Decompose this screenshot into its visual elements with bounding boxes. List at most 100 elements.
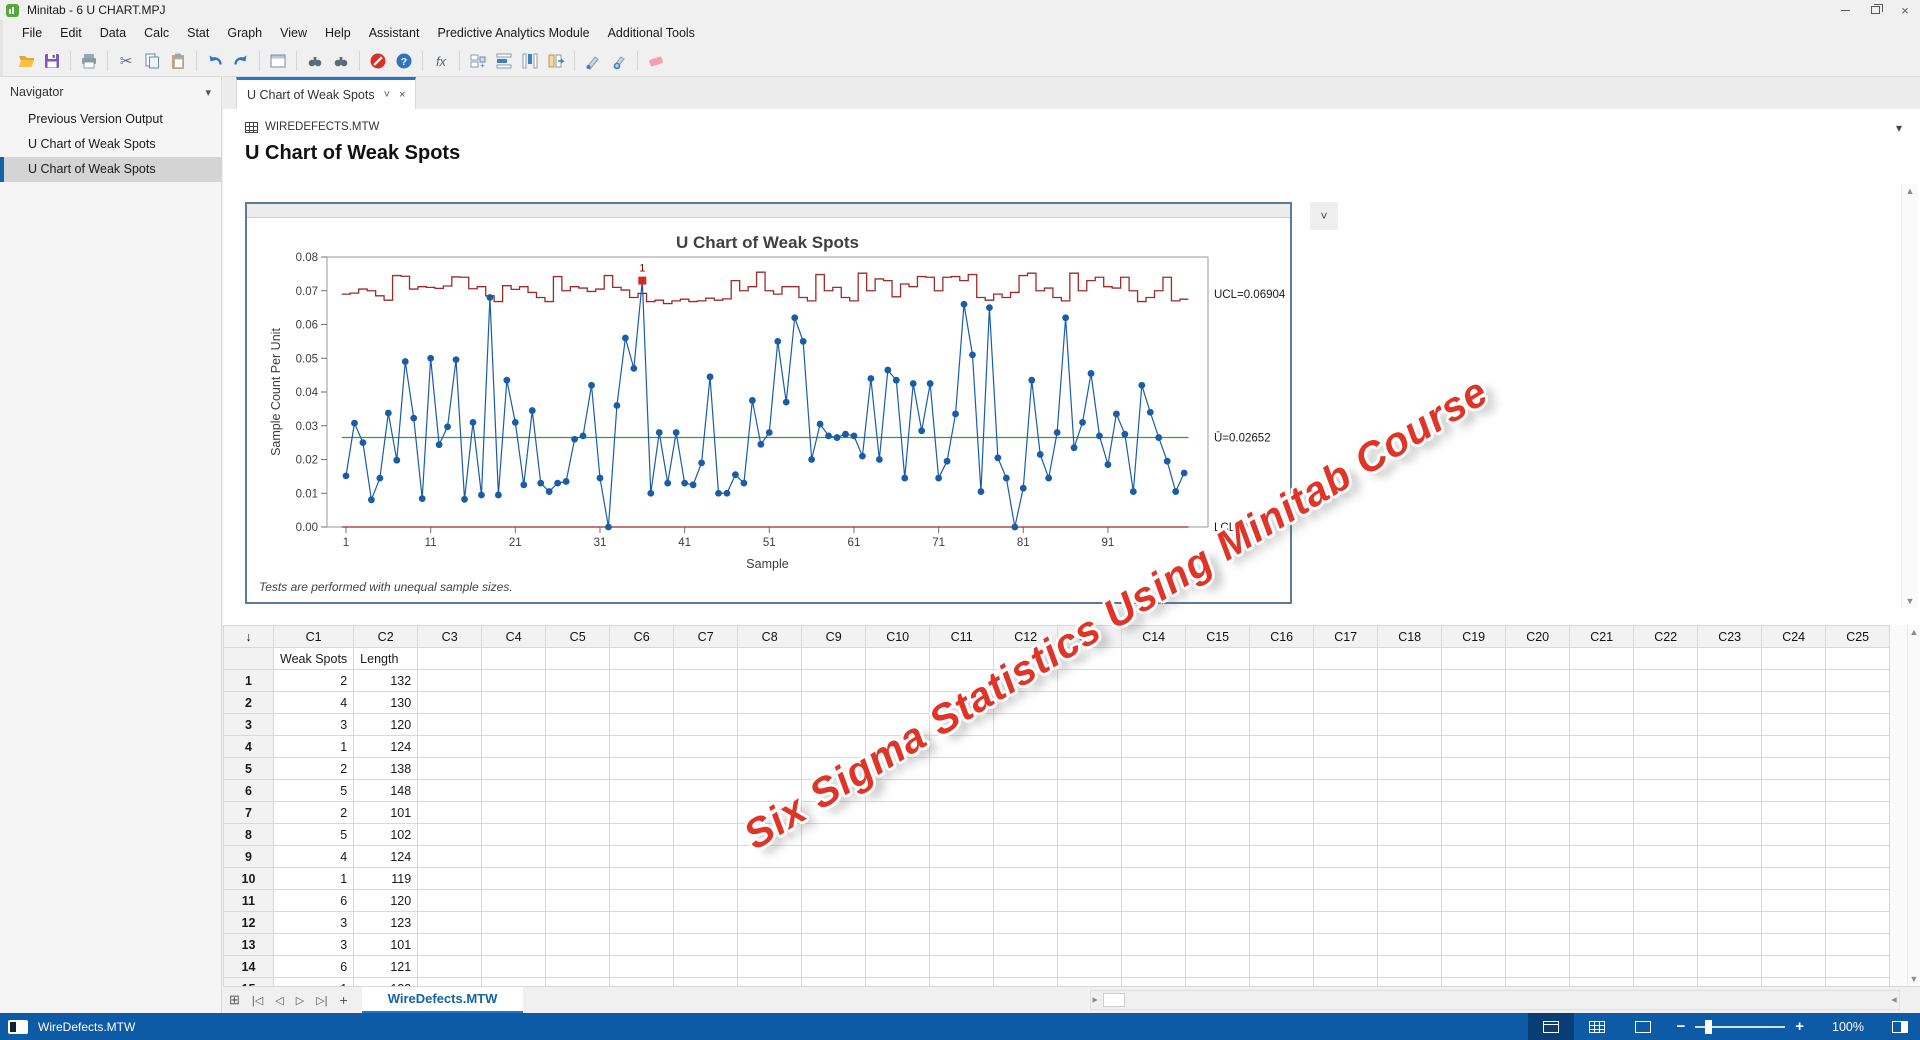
column-header-C14[interactable]: C14 <box>1122 626 1186 648</box>
column-header-C16[interactable]: C16 <box>1250 626 1314 648</box>
cell-C13-r3[interactable] <box>1058 714 1122 736</box>
cell-C5-r7[interactable] <box>546 802 610 824</box>
cell-C1-r12[interactable]: 3 <box>274 912 354 934</box>
cell-C7-r3[interactable] <box>674 714 738 736</box>
cell-C17-r13[interactable] <box>1314 934 1378 956</box>
cell-C11-r3[interactable] <box>930 714 994 736</box>
zoom-in-button[interactable]: + <box>1785 1018 1814 1035</box>
cell-C22-r8[interactable] <box>1634 824 1698 846</box>
cell-C11-r7[interactable] <box>930 802 994 824</box>
grid-vertical-scrollbar[interactable]: ▲ ▼ <box>1907 625 1920 986</box>
cell-C16-r9[interactable] <box>1250 846 1314 868</box>
cell-C15-r2[interactable] <box>1186 692 1250 714</box>
column-header-C12[interactable]: C12 <box>994 626 1058 648</box>
cell-C3-r4[interactable] <box>418 736 482 758</box>
table-row[interactable]: 146121 <box>224 956 1890 978</box>
cell-C6-r8[interactable] <box>610 824 674 846</box>
cell-C1-r4[interactable]: 1 <box>274 736 354 758</box>
cell-C25-r10[interactable] <box>1826 868 1890 890</box>
cell-C8-r14[interactable] <box>738 956 802 978</box>
cell-C21-r2[interactable] <box>1570 692 1634 714</box>
cell-C24-r14[interactable] <box>1762 956 1826 978</box>
cell-C2-r14[interactable]: 121 <box>354 956 418 978</box>
cell-C25-r6[interactable] <box>1826 780 1890 802</box>
table-row[interactable]: 123123 <box>224 912 1890 934</box>
cell-C20-r1[interactable] <box>1506 670 1570 692</box>
insert-columns-icon[interactable] <box>518 49 542 73</box>
table-row[interactable]: 151122 <box>224 978 1890 987</box>
zoom-out-button[interactable]: − <box>1666 1018 1695 1035</box>
cell-C9-r7[interactable] <box>802 802 866 824</box>
cell-C7-r15[interactable] <box>674 978 738 987</box>
cell-C6-r3[interactable] <box>610 714 674 736</box>
column-name-C13[interactable] <box>1058 648 1122 670</box>
cell-C10-r1[interactable] <box>866 670 930 692</box>
cell-C23-r9[interactable] <box>1698 846 1762 868</box>
cell-C24-r1[interactable] <box>1762 670 1826 692</box>
cell-C23-r6[interactable] <box>1698 780 1762 802</box>
cell-C19-r10[interactable] <box>1442 868 1506 890</box>
column-header-C18[interactable]: C18 <box>1378 626 1442 648</box>
name-row-header[interactable] <box>224 648 274 670</box>
column-name-C17[interactable] <box>1314 648 1378 670</box>
cell-C21-r10[interactable] <box>1570 868 1634 890</box>
cell-C16-r1[interactable] <box>1250 670 1314 692</box>
cell-C19-r9[interactable] <box>1442 846 1506 868</box>
cell-C18-r4[interactable] <box>1378 736 1442 758</box>
cell-C22-r5[interactable] <box>1634 758 1698 780</box>
cell-C1-r9[interactable]: 4 <box>274 846 354 868</box>
cell-C21-r5[interactable] <box>1570 758 1634 780</box>
cell-C17-r14[interactable] <box>1314 956 1378 978</box>
close-button[interactable]: × <box>1890 0 1920 20</box>
cell-C18-r15[interactable] <box>1378 978 1442 987</box>
column-name-C8[interactable] <box>738 648 802 670</box>
cell-C11-r13[interactable] <box>930 934 994 956</box>
cell-C25-r7[interactable] <box>1826 802 1890 824</box>
cell-C2-r13[interactable]: 101 <box>354 934 418 956</box>
cell-C15-r8[interactable] <box>1186 824 1250 846</box>
table-row[interactable]: 12132 <box>224 670 1890 692</box>
cell-C14-r10[interactable] <box>1122 868 1186 890</box>
cell-C7-r2[interactable] <box>674 692 738 714</box>
cell-C22-r10[interactable] <box>1634 868 1698 890</box>
next-sheet-icon[interactable]: ▷ <box>296 994 304 1007</box>
cell-C24-r7[interactable] <box>1762 802 1826 824</box>
cell-C9-r2[interactable] <box>802 692 866 714</box>
cell-C23-r7[interactable] <box>1698 802 1762 824</box>
cell-C4-r10[interactable] <box>482 868 546 890</box>
cell-C11-r14[interactable] <box>930 956 994 978</box>
graph-collapse-button[interactable]: ˅ <box>1310 202 1338 230</box>
column-header-C6[interactable]: C6 <box>610 626 674 648</box>
cell-C23-r2[interactable] <box>1698 692 1762 714</box>
column-header-C5[interactable]: C5 <box>546 626 610 648</box>
column-name-C22[interactable] <box>1634 648 1698 670</box>
menu-data[interactable]: Data <box>91 22 135 44</box>
cell-C14-r12[interactable] <box>1122 912 1186 934</box>
cell-C16-r10[interactable] <box>1250 868 1314 890</box>
column-name-C21[interactable] <box>1570 648 1634 670</box>
cell-C14-r15[interactable] <box>1122 978 1186 987</box>
cell-C3-r6[interactable] <box>418 780 482 802</box>
cell-C4-r3[interactable] <box>482 714 546 736</box>
cell-C18-r9[interactable] <box>1378 846 1442 868</box>
cell-C17-r9[interactable] <box>1314 846 1378 868</box>
cell-C5-r4[interactable] <box>546 736 610 758</box>
cell-C15-r11[interactable] <box>1186 890 1250 912</box>
cell-C17-r7[interactable] <box>1314 802 1378 824</box>
cell-C3-r14[interactable] <box>418 956 482 978</box>
cell-C10-r9[interactable] <box>866 846 930 868</box>
cell-C10-r10[interactable] <box>866 868 930 890</box>
open-icon[interactable] <box>14 49 38 73</box>
cell-C4-r11[interactable] <box>482 890 546 912</box>
cell-C7-r11[interactable] <box>674 890 738 912</box>
cell-C24-r15[interactable] <box>1762 978 1826 987</box>
cell-C14-r14[interactable] <box>1122 956 1186 978</box>
cell-C12-r7[interactable] <box>994 802 1058 824</box>
cell-C5-r6[interactable] <box>546 780 610 802</box>
cell-C13-r8[interactable] <box>1058 824 1122 846</box>
cell-C12-r6[interactable] <box>994 780 1058 802</box>
find-icon[interactable] <box>303 49 327 73</box>
cell-C24-r12[interactable] <box>1762 912 1826 934</box>
cell-C8-r13[interactable] <box>738 934 802 956</box>
cell-C5-r15[interactable] <box>546 978 610 987</box>
